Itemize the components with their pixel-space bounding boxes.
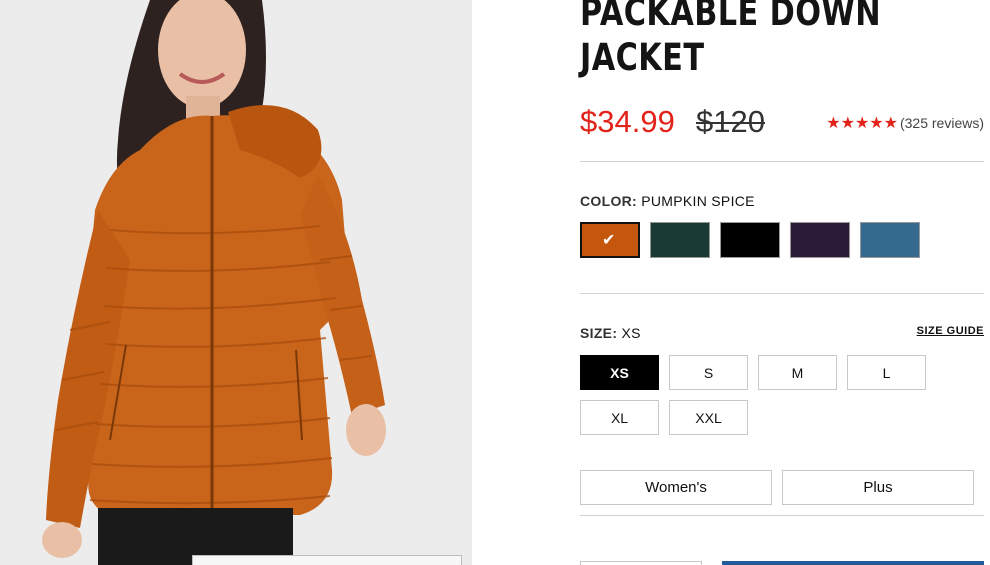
size-option-xl[interactable]: XL — [580, 400, 659, 435]
product-image[interactable] — [0, 0, 472, 565]
size-label-title: SIZE: — [580, 325, 618, 341]
color-swatches: ✔ — [580, 222, 984, 258]
color-label-title: COLOR: — [580, 193, 638, 209]
price-row: $34.99 $120 ★★★★★ (325 reviews) — [580, 104, 984, 144]
color-swatch-blue[interactable] — [860, 222, 920, 258]
product-title-line2: JACKET — [580, 36, 705, 79]
size-option-l[interactable]: L — [847, 355, 926, 390]
add-to-cart-button[interactable] — [722, 561, 984, 565]
rating-summary[interactable]: ★★★★★ (325 reviews) — [826, 113, 984, 133]
product-title: PACKABLE DOWN JACKET — [580, 0, 911, 80]
review-count-link[interactable]: (325 reviews) — [900, 115, 984, 131]
color-swatch-pumpkin-spice[interactable]: ✔ — [580, 222, 640, 258]
quantity-selector[interactable] — [580, 561, 702, 565]
check-icon: ✔ — [602, 232, 616, 249]
jacket-photo — [42, 0, 386, 565]
product-title-line1: PACKABLE DOWN — [580, 0, 882, 34]
product-details: PACKABLE DOWN JACKET $34.99 $120 ★★★★★ (3… — [580, 0, 984, 565]
size-option-xs[interactable]: XS — [580, 355, 659, 390]
image-thumbnail-strip[interactable] — [192, 555, 462, 565]
star-rating-icon: ★★★★★ — [826, 115, 898, 132]
divider — [580, 515, 984, 516]
divider — [580, 161, 984, 162]
color-swatch-dark-green[interactable] — [650, 222, 710, 258]
color-swatch-black[interactable] — [720, 222, 780, 258]
original-price: $120 — [696, 104, 765, 139]
size-guide-link[interactable]: SIZE GUIDE — [917, 325, 984, 337]
fit-option-plus[interactable]: Plus — [782, 470, 974, 505]
fit-option-womens[interactable]: Women's — [580, 470, 772, 505]
sale-price: $34.99 — [580, 104, 675, 139]
color-label: COLOR: PUMPKIN SPICE — [580, 193, 755, 209]
divider — [580, 293, 984, 294]
size-option-xxl[interactable]: XXL — [669, 400, 748, 435]
size-selected-value: XS — [621, 325, 641, 341]
color-swatch-plum[interactable] — [790, 222, 850, 258]
size-option-m[interactable]: M — [758, 355, 837, 390]
size-label: SIZE: XS — [580, 325, 641, 341]
size-option-s[interactable]: S — [669, 355, 748, 390]
color-selected-name: PUMPKIN SPICE — [641, 193, 755, 209]
